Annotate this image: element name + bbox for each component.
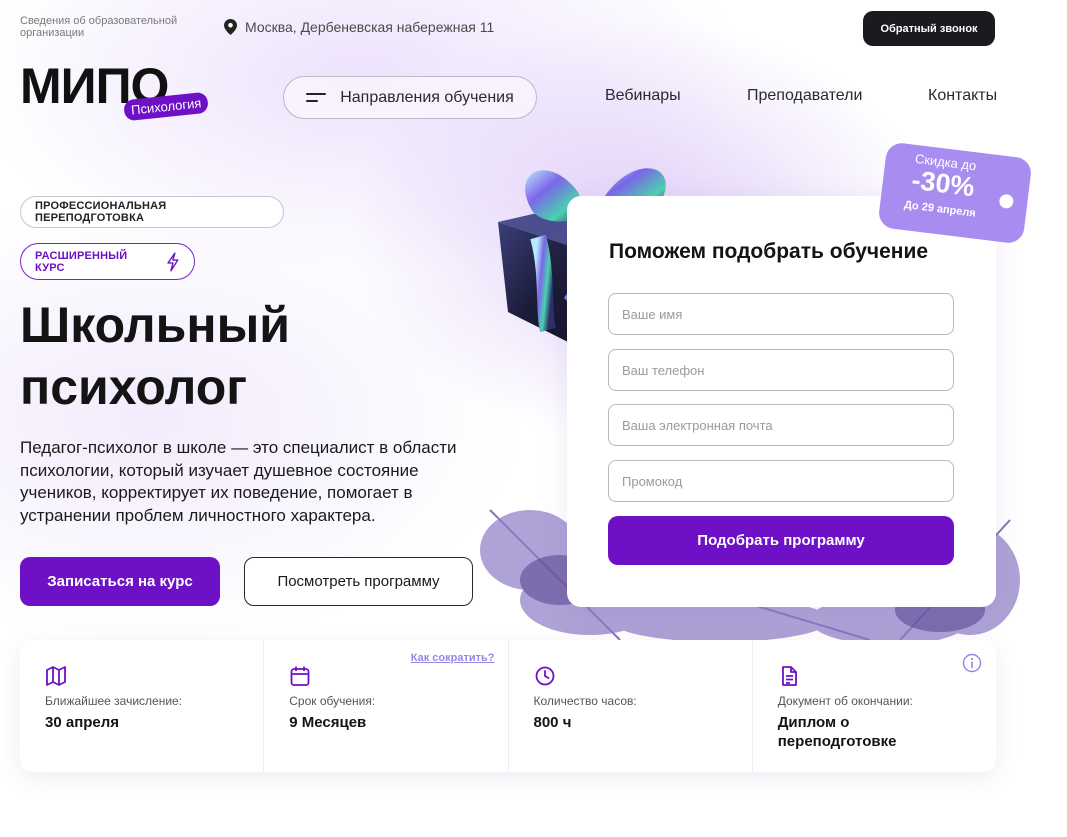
email-input[interactable]	[608, 404, 954, 446]
calendar-icon	[290, 666, 310, 686]
enrollment-value: 30 апреля	[45, 714, 120, 731]
tag-professional: ПРОФЕССИОНАЛЬНАЯ ПЕРЕПОДГОТОВКА	[20, 196, 284, 228]
submit-button[interactable]: Подобрать программу	[608, 516, 954, 565]
nav-teachers[interactable]: Преподаватели	[747, 87, 862, 105]
callback-button[interactable]: Обратный звонок	[863, 11, 995, 46]
promo-input[interactable]	[608, 460, 954, 502]
document-label: Документ об окончании:	[777, 694, 913, 708]
title-line-1: Школьный	[20, 297, 291, 353]
info-enrollment: Ближайшее зачисление: 30 апреля	[20, 640, 265, 772]
info-document: Документ об окончании: Диплом о переподг…	[753, 640, 996, 772]
course-info-bar: Ближайшее зачисление: 30 апреля Срок обу…	[20, 640, 996, 772]
lightning-icon	[167, 251, 179, 272]
page-title: Школьный психолог	[20, 294, 440, 418]
tag-hole	[998, 193, 1015, 210]
org-info-link[interactable]: Сведения об образовательной организации	[20, 15, 200, 39]
document-value: Диплом о переподготовке	[777, 714, 897, 750]
logo[interactable]: МИПО Психология	[20, 58, 220, 128]
info-icon[interactable]	[962, 653, 982, 673]
nav-webinars[interactable]: Вебинары	[605, 87, 681, 105]
map-icon	[46, 666, 66, 686]
phone-input[interactable]	[608, 349, 954, 391]
title-line-2: психолог	[20, 359, 248, 415]
address-text: Москва, Дербеневская набережная 11	[245, 19, 495, 35]
discount-tag: Скидка до -30% До 29 апреля	[877, 141, 1033, 245]
info-hours: Количество часов: 800 ч	[509, 640, 753, 772]
menu-icon	[306, 92, 327, 103]
lead-form: Поможем подобрать обучение Подобрать про…	[567, 196, 996, 607]
form-title: Поможем подобрать обучение	[609, 240, 929, 263]
document-icon	[781, 666, 797, 686]
directions-label: Направления обучения	[340, 88, 514, 106]
tag-extended-label: РАСШИРЕННЫЙ КУРС	[35, 249, 128, 274]
duration-label: Срок обучения:	[289, 694, 376, 708]
address: Москва, Дербеневская набережная 11	[224, 19, 494, 35]
enroll-button[interactable]: Записаться на курс	[20, 557, 220, 606]
clock-icon	[535, 666, 554, 686]
how-to-shorten-link[interactable]: Как сократить?	[411, 652, 495, 664]
duration-value: 9 Месяцев	[289, 714, 367, 731]
tag-extended: РАСШИРЕННЫЙ КУРС	[20, 243, 195, 280]
hours-label: Количество часов:	[533, 694, 637, 708]
location-pin-icon	[224, 19, 237, 35]
hours-value: 800 ч	[533, 714, 572, 731]
directions-button[interactable]: Направления обучения	[283, 76, 537, 119]
course-description: Педагог-психолог в школе — это специалис…	[20, 438, 457, 525]
view-program-button[interactable]: Посмотреть программу	[244, 557, 473, 606]
info-duration: Срок обучения: 9 Месяцев Как сократить?	[264, 640, 509, 772]
name-input[interactable]	[608, 293, 954, 335]
nav-contacts[interactable]: Контакты	[928, 87, 997, 105]
enrollment-label: Ближайшее зачисление:	[45, 694, 183, 708]
